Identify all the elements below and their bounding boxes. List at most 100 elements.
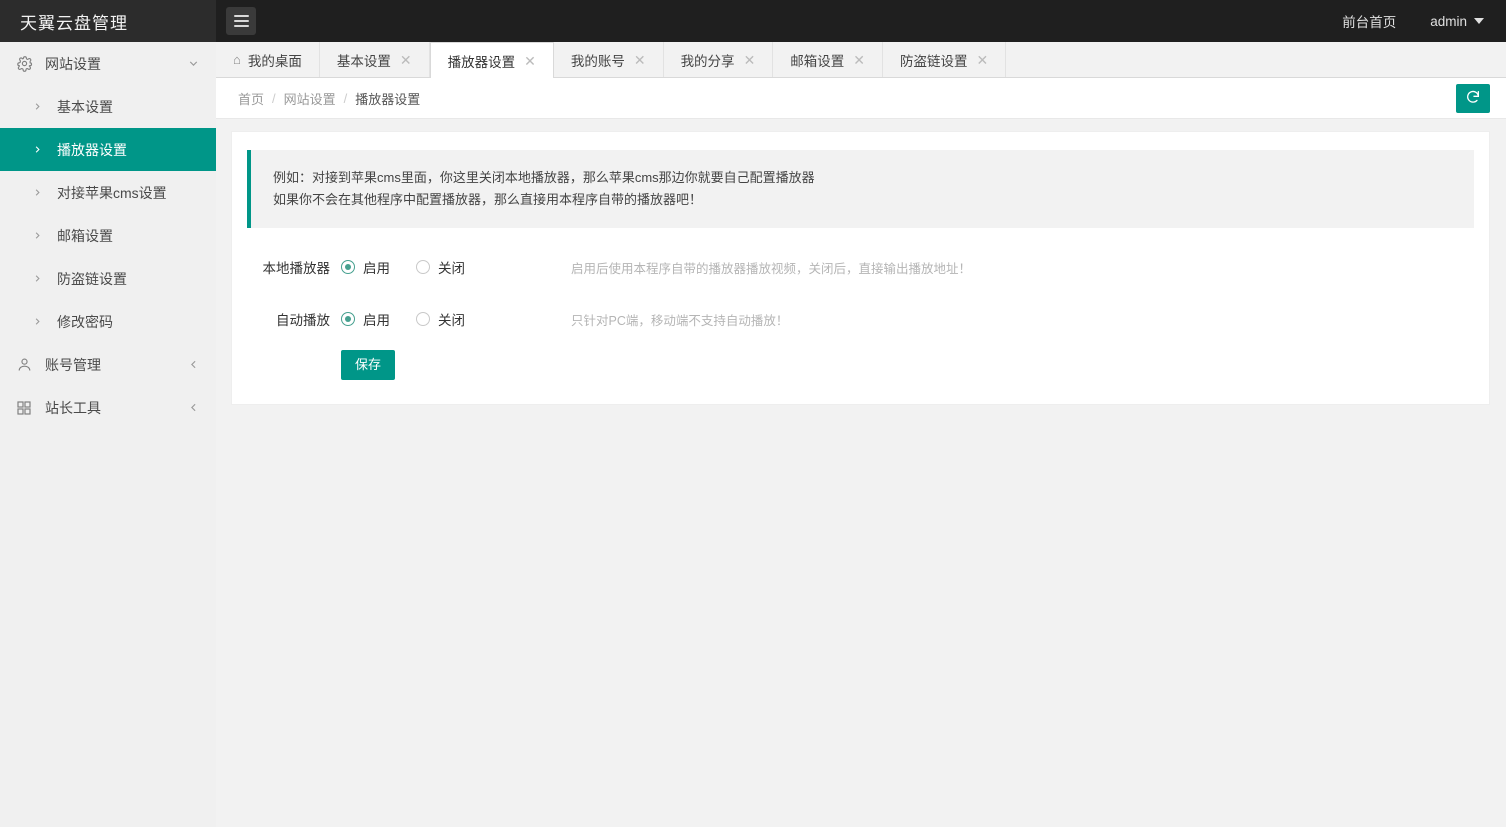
user-menu[interactable]: admin (1430, 14, 1484, 29)
tab-label: 播放器设置 (448, 51, 516, 71)
field-label: 本地播放器 (247, 257, 341, 277)
breadcrumb-separator: / (272, 91, 276, 106)
chevron-right-icon (30, 186, 44, 200)
tab-my-desktop[interactable]: ⌂ 我的桌面 (216, 42, 320, 77)
radio-label: 关闭 (438, 309, 465, 329)
tab-my-shares[interactable]: 我的分享 ✕ (664, 42, 774, 77)
sidebar-item-change-password[interactable]: 修改密码 (0, 300, 216, 343)
breadcrumb-bar: 首页 / 网站设置 / 播放器设置 (216, 78, 1506, 119)
chevron-right-icon (30, 229, 44, 243)
header-actions: 前台首页 admin (1342, 0, 1506, 42)
radio-group-autoplay: 启用 关闭 (341, 309, 571, 329)
hamburger-icon-bar (234, 15, 249, 17)
close-icon[interactable]: ✕ (400, 53, 412, 67)
chevron-left-icon (186, 401, 200, 415)
top-header: 天翼云盘管理 前台首页 admin (0, 0, 1506, 42)
radio-mark-icon (416, 312, 430, 326)
tab-bar: ⌂ 我的桌面 基本设置 ✕ 播放器设置 ✕ 我的账号 ✕ 我的分享 ✕ 邮箱设置… (216, 42, 1506, 78)
main-content: 例如：对接到苹果cms里面，你这里关闭本地播放器，那么苹果cms那边你就要自己配… (216, 119, 1506, 827)
settings-card: 例如：对接到苹果cms里面，你这里关闭本地播放器，那么苹果cms那边你就要自己配… (231, 131, 1490, 405)
breadcrumb-item-home[interactable]: 首页 (238, 89, 264, 108)
sidebar-group-webmaster-tools[interactable]: 站长工具 (0, 386, 216, 429)
radio-group-local-player: 启用 关闭 (341, 257, 571, 277)
close-icon[interactable]: ✕ (977, 53, 989, 67)
sidebar-item-label: 播放器设置 (57, 140, 127, 160)
save-button[interactable]: 保存 (341, 350, 395, 380)
form-row-local-player: 本地播放器 启用 关闭 启用后使用本程序自带的播放器播放视频，关闭后，直接输出播… (247, 246, 1474, 288)
tab-my-account[interactable]: 我的账号 ✕ (554, 42, 664, 77)
field-label: 自动播放 (247, 309, 341, 329)
radio-mark-icon (341, 312, 355, 326)
sidebar-item-hotlink-settings[interactable]: 防盗链设置 (0, 257, 216, 300)
chevron-left-icon (186, 358, 200, 372)
sidebar-group-account-management[interactable]: 账号管理 (0, 343, 216, 386)
tab-player-settings[interactable]: 播放器设置 ✕ (430, 42, 554, 78)
sidebar-group-website-settings[interactable]: 网站设置 (0, 42, 216, 85)
close-icon[interactable]: ✕ (634, 53, 646, 67)
chevron-down-icon (1474, 18, 1484, 24)
sidebar-item-player-settings[interactable]: 播放器设置 (0, 128, 216, 171)
radio-label: 启用 (363, 257, 390, 277)
breadcrumb-item-website-settings[interactable]: 网站设置 (284, 89, 336, 108)
sidebar-item-label: 基本设置 (57, 97, 113, 117)
chevron-right-icon (30, 272, 44, 286)
radio-mark-icon (416, 260, 430, 274)
sidebar-nav: 网站设置 基本设置 播放器设置 对接苹果cms设置 邮箱设置 防盗链设置 (0, 42, 216, 827)
gear-icon (14, 54, 34, 74)
breadcrumb: 首页 / 网站设置 / 播放器设置 (216, 89, 420, 108)
sidebar-group-label: 站长工具 (45, 398, 186, 418)
radio-autoplay-disable[interactable]: 关闭 (416, 309, 465, 329)
hamburger-icon-bar (234, 20, 249, 22)
close-icon[interactable]: ✕ (524, 54, 536, 68)
tab-label: 我的分享 (681, 50, 735, 70)
close-icon[interactable]: ✕ (853, 53, 865, 67)
field-hint: 启用后使用本程序自带的播放器播放视频，关闭后，直接输出播放地址！ (571, 258, 971, 277)
breadcrumb-separator: / (344, 91, 348, 106)
tab-label: 基本设置 (337, 50, 391, 70)
form-row-autoplay: 自动播放 启用 关闭 只针对PC端，移动端不支持自动播放！ (247, 298, 1474, 340)
field-hint: 只针对PC端，移动端不支持自动播放！ (571, 310, 788, 329)
home-icon: ⌂ (233, 53, 241, 66)
radio-local-player-disable[interactable]: 关闭 (416, 257, 465, 277)
radio-label: 关闭 (438, 257, 465, 277)
sidebar-item-maccms-settings[interactable]: 对接苹果cms设置 (0, 171, 216, 214)
sidebar-item-label: 对接苹果cms设置 (57, 183, 167, 203)
hamburger-icon-bar (234, 25, 249, 27)
sidebar-group-label: 网站设置 (45, 54, 186, 74)
notice-line-1: 例如：对接到苹果cms里面，你这里关闭本地播放器，那么苹果cms那边你就要自己配… (273, 167, 1456, 189)
app-title: 天翼云盘管理 (20, 9, 128, 34)
tab-email-settings[interactable]: 邮箱设置 ✕ (773, 42, 883, 77)
radio-autoplay-enable[interactable]: 启用 (341, 309, 390, 329)
tab-basic-settings[interactable]: 基本设置 ✕ (320, 42, 430, 77)
grid-icon (14, 398, 34, 418)
logo-area: 天翼云盘管理 (0, 0, 216, 42)
tab-label: 我的账号 (571, 50, 625, 70)
sidebar-item-label: 修改密码 (57, 312, 113, 332)
radio-label: 启用 (363, 309, 390, 329)
radio-local-player-enable[interactable]: 启用 (341, 257, 390, 277)
refresh-icon (1465, 89, 1481, 108)
tab-label: 防盗链设置 (900, 50, 968, 70)
sidebar-item-basic-settings[interactable]: 基本设置 (0, 85, 216, 128)
tab-hotlink-settings[interactable]: 防盗链设置 ✕ (883, 42, 1006, 77)
user-icon (14, 355, 34, 375)
front-page-link[interactable]: 前台首页 (1342, 11, 1396, 31)
sidebar-toggle-button[interactable] (226, 7, 256, 35)
sidebar-item-label: 防盗链设置 (57, 269, 127, 289)
radio-mark-icon (341, 260, 355, 274)
refresh-button[interactable] (1456, 84, 1490, 113)
info-notice: 例如：对接到苹果cms里面，你这里关闭本地播放器，那么苹果cms那边你就要自己配… (247, 150, 1474, 228)
sidebar-group-label: 账号管理 (45, 355, 186, 375)
breadcrumb-item-current: 播放器设置 (355, 89, 420, 108)
chevron-right-icon (30, 100, 44, 114)
chevron-right-icon (30, 315, 44, 329)
close-icon[interactable]: ✕ (744, 53, 756, 67)
chevron-down-icon (186, 57, 200, 71)
chevron-right-icon (30, 143, 44, 157)
username-label: admin (1430, 14, 1467, 29)
sidebar-item-email-settings[interactable]: 邮箱设置 (0, 214, 216, 257)
tab-label: 我的桌面 (248, 50, 302, 70)
form-actions: 保存 (247, 350, 1474, 380)
sidebar-item-label: 邮箱设置 (57, 226, 113, 246)
notice-line-2: 如果你不会在其他程序中配置播放器，那么直接用本程序自带的播放器吧！ (273, 189, 1456, 211)
